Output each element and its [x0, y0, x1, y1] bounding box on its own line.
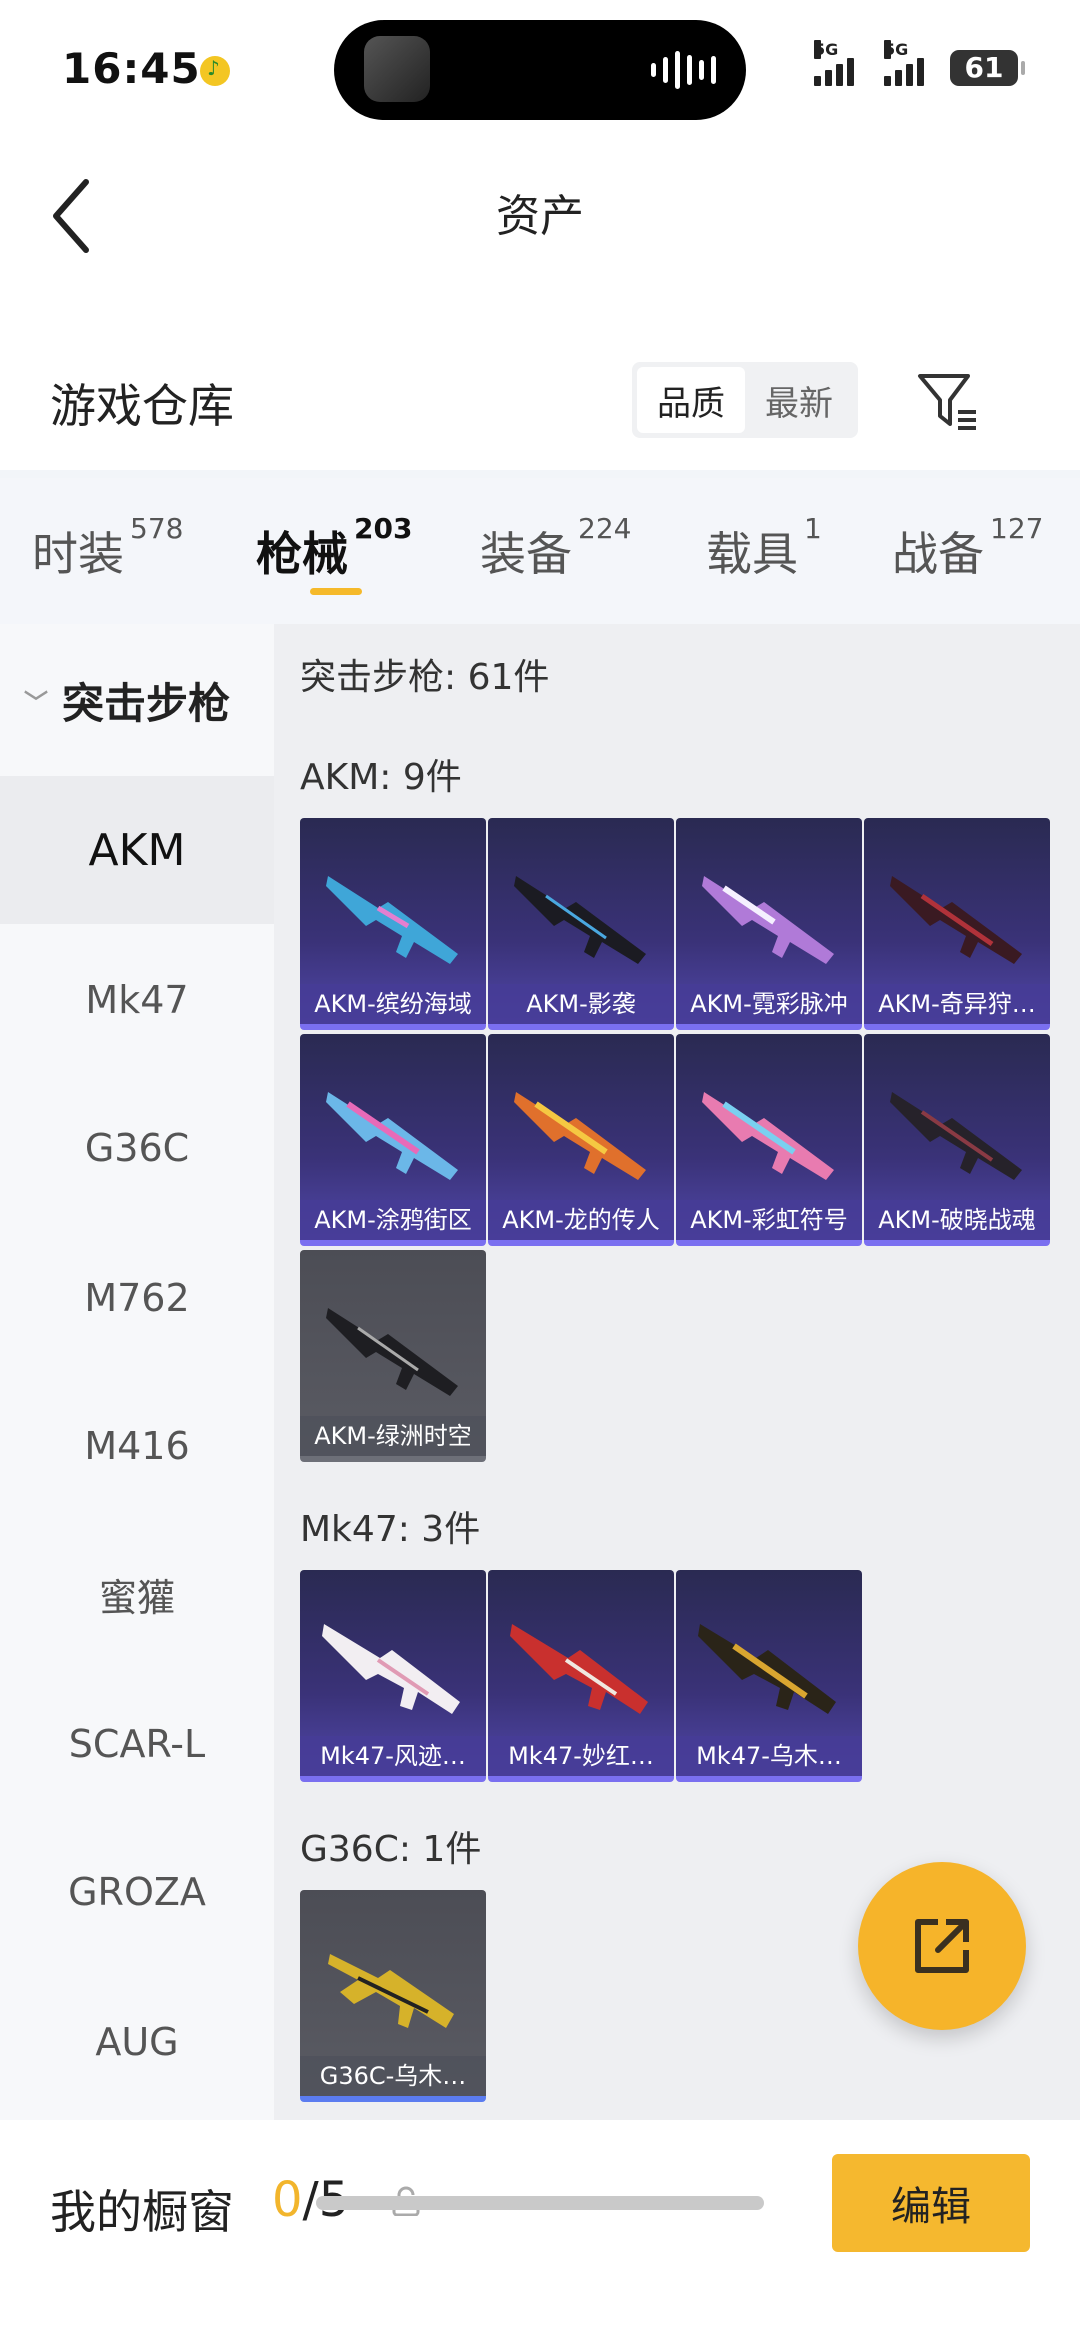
weapon-name: AKM-破晓战魂 [864, 1200, 1050, 1240]
tab-count: 127 [990, 512, 1044, 545]
group-title-akm: AKM: 9件 [300, 757, 462, 798]
weapon-name: Mk47-风迹… [300, 1736, 486, 1776]
sidebar-item-groza[interactable]: GROZA [0, 1818, 274, 1966]
category-tabs: 时装 578 枪械 203 装备 224 载具 1 战备 127 [0, 478, 1080, 624]
sidebar-item-scar-l[interactable]: SCAR-L [0, 1670, 274, 1818]
weapon-name: AKM-缤纷海域 [300, 984, 486, 1024]
tab-weapons[interactable]: 枪械 203 [256, 512, 412, 584]
rifle-icon [890, 1092, 1022, 1180]
weapon-card[interactable]: AKM-龙的传人 [488, 1034, 674, 1246]
signal-icon-2: 5G [884, 40, 924, 86]
group-title-mk47: Mk47: 3件 [300, 1509, 481, 1550]
tab-label: 战备 [892, 527, 984, 581]
showcase-bar: 我的橱窗 0/5 编辑 [0, 2120, 1080, 2345]
weapon-name: AKM-影袭 [488, 984, 674, 1024]
weapon-name: AKM-涂鸦街区 [300, 1200, 486, 1240]
music-app-icon [200, 56, 230, 86]
rifle-icon [510, 1624, 648, 1714]
home-indicator[interactable] [316, 2196, 764, 2210]
tab-count: 224 [578, 512, 632, 545]
page-title: 资产 [496, 191, 584, 242]
rifle-icon [328, 1954, 454, 2028]
tab-supplies[interactable]: 战备 127 [892, 512, 1043, 584]
rifle-icon [702, 1092, 834, 1180]
weapon-card[interactable]: AKM-绿洲时空 [300, 1250, 486, 1462]
battery-icon: 61 [950, 50, 1025, 86]
tab-count: 578 [130, 512, 184, 545]
sort-by-quality[interactable]: 品质 [637, 367, 745, 433]
weapon-name: Mk47-妙红… [488, 1736, 674, 1776]
tab-label: 时装 [32, 527, 124, 581]
dynamic-island[interactable] [334, 20, 746, 120]
status-time: 16:45 [62, 44, 201, 93]
tab-count: 1 [804, 512, 822, 545]
signal-icon: 5G [814, 40, 854, 86]
weapon-card[interactable]: AKM-影袭 [488, 818, 674, 1030]
chevron-down-icon: ﹀ [24, 688, 48, 717]
rifle-icon [326, 1308, 458, 1396]
sidebar-item-m416[interactable]: M416 [0, 1372, 274, 1520]
share-external-icon [915, 1919, 969, 1973]
weapon-card[interactable]: Mk47-风迹… [300, 1570, 486, 1782]
weapon-card[interactable]: G36C-乌木… [300, 1890, 486, 2102]
sidebar-group-label: 突击步枪 [62, 678, 231, 728]
rifle-icon [514, 1092, 646, 1180]
status-bar: 16:45 5G 5G 61 [0, 0, 1080, 140]
sidebar-item-aug[interactable]: AUG [0, 1968, 274, 2116]
filter-icon[interactable] [916, 370, 980, 434]
sidebar-item-honey-badger[interactable]: 蜜獾 [0, 1520, 274, 1668]
showcase-current: 0 [272, 2172, 303, 2228]
weapon-card[interactable]: AKM-缤纷海域 [300, 818, 486, 1030]
audio-wave-icon [651, 50, 716, 90]
weapon-name: AKM-龙的传人 [488, 1200, 674, 1240]
page-header: 资产 游戏仓库 品质 最新 [0, 140, 1080, 470]
weapon-name: AKM-霓彩脉冲 [676, 984, 862, 1024]
sidebar-item-m762[interactable]: M762 [0, 1224, 274, 1372]
weapon-name: Mk47-乌木… [676, 1736, 862, 1776]
group-title-g36c: G36C: 1件 [300, 1829, 482, 1870]
weapon-name: G36C-乌木… [300, 2056, 486, 2096]
network-type-2: 5G [884, 40, 909, 59]
weapon-card[interactable]: Mk47-妙红… [488, 1570, 674, 1782]
tab-count: 203 [354, 512, 413, 545]
active-tab-indicator [310, 588, 362, 595]
sidebar-group-assault-rifles[interactable]: ﹀ 突击步枪 [0, 624, 274, 776]
rifle-icon [322, 1624, 460, 1714]
weapon-card[interactable]: AKM-霓彩脉冲 [676, 818, 862, 1030]
weapon-card[interactable]: AKM-奇异狩… [864, 818, 1050, 1030]
section-title: 游戏仓库 [50, 379, 234, 433]
weapon-card[interactable]: AKM-涂鸦街区 [300, 1034, 486, 1246]
showcase-label: 我的橱窗 [50, 2185, 234, 2239]
now-playing-avatar [364, 36, 430, 102]
tab-label: 载具 [706, 527, 798, 581]
sidebar-item-mk47[interactable]: Mk47 [0, 926, 274, 1074]
tab-label: 枪械 [256, 527, 348, 581]
category-total: 突击步枪: 61件 [300, 657, 550, 698]
tab-fashion[interactable]: 时装 578 [32, 512, 183, 584]
weapon-name: AKM-彩虹符号 [676, 1200, 862, 1240]
sidebar-item-akm[interactable]: AKM [0, 776, 274, 924]
weapon-card[interactable]: AKM-彩虹符号 [676, 1034, 862, 1246]
weapon-type-sidebar: ﹀ 突击步枪 AKM Mk47 G36C M762 M416 蜜獾 SCAR-L… [0, 624, 274, 2120]
sidebar-item-g36c[interactable]: G36C [0, 1074, 274, 1222]
weapon-name: AKM-奇异狩… [864, 984, 1050, 1024]
share-button[interactable] [858, 1862, 1026, 2030]
rifle-icon [702, 876, 834, 964]
weapon-card[interactable]: Mk47-乌木… [676, 1570, 862, 1782]
tab-label: 装备 [480, 527, 572, 581]
rifle-icon [326, 1092, 458, 1180]
sort-by-newest[interactable]: 最新 [745, 367, 853, 433]
edit-button[interactable]: 编辑 [832, 2154, 1030, 2252]
rifle-icon [698, 1624, 836, 1714]
network-type-1: 5G [814, 40, 839, 59]
tab-vehicles[interactable]: 载具 1 [706, 512, 822, 584]
rifle-icon [326, 876, 458, 964]
rifle-icon [514, 876, 646, 964]
sort-toggle: 品质 最新 [632, 362, 858, 438]
weapon-name: AKM-绿洲时空 [300, 1416, 486, 1456]
weapon-card[interactable]: AKM-破晓战魂 [864, 1034, 1050, 1246]
rifle-icon [890, 876, 1022, 964]
tab-equipment[interactable]: 装备 224 [480, 512, 631, 584]
